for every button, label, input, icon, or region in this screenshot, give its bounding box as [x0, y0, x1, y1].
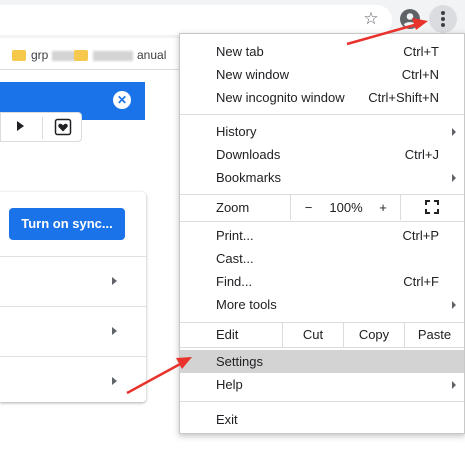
- menu-item-label: Downloads: [216, 147, 281, 162]
- shortcut: Ctrl+F: [403, 274, 439, 289]
- copy-button[interactable]: Copy: [343, 323, 404, 347]
- shortcut: Ctrl+N: [401, 67, 439, 82]
- submenu-arrow-icon: [452, 301, 456, 309]
- menu-item-downloads[interactable]: Downloads Ctrl+J: [180, 143, 464, 166]
- cut-button[interactable]: Cut: [282, 323, 343, 347]
- chevron-right-icon: [112, 377, 117, 385]
- paste-button[interactable]: Paste: [404, 323, 464, 347]
- redacted-text: [52, 50, 77, 61]
- bookmark-label-1: grp: [31, 48, 49, 62]
- zoom-out-button[interactable]: −: [290, 195, 326, 220]
- menu-item-bookmarks[interactable]: Bookmarks: [180, 166, 464, 189]
- zoom-in-button[interactable]: +: [366, 195, 400, 220]
- menu-item-label: New incognito window: [216, 90, 345, 105]
- menu-item-label: Settings: [216, 354, 263, 369]
- menu-edit-row: Edit Cut Copy Paste: [180, 323, 464, 347]
- menu-item-new-incognito[interactable]: New incognito window Ctrl+Shift+N: [180, 86, 464, 109]
- settings-card: Turn on sync...: [0, 192, 146, 402]
- address-bar[interactable]: [0, 5, 392, 35]
- kebab-menu-icon[interactable]: [429, 5, 457, 33]
- redacted-text: [93, 50, 133, 61]
- media-controls: [0, 112, 82, 142]
- card-row[interactable]: [0, 356, 146, 402]
- shortcut: Ctrl+J: [404, 147, 439, 162]
- zoom-label: Zoom: [216, 200, 250, 215]
- menu-item-print[interactable]: Print... Ctrl+P: [180, 224, 464, 247]
- menu-item-more-tools[interactable]: More tools: [180, 293, 464, 316]
- chevron-right-icon: [112, 327, 117, 335]
- menu-item-label: Cast...: [216, 251, 254, 266]
- divider: [180, 221, 464, 222]
- menu-item-history[interactable]: History: [180, 120, 464, 143]
- menu-item-new-window[interactable]: New window Ctrl+N: [180, 63, 464, 86]
- turn-on-sync-button[interactable]: Turn on sync...: [9, 208, 125, 240]
- menu-item-label: Bookmarks: [216, 170, 282, 185]
- close-icon[interactable]: ✕: [113, 91, 131, 109]
- bookmark-label-2: anual: [137, 48, 167, 62]
- chrome-main-menu: New tab Ctrl+T New window Ctrl+N New inc…: [179, 33, 465, 434]
- submenu-arrow-icon: [452, 174, 456, 182]
- shortcut: Ctrl+Shift+N: [368, 90, 439, 105]
- menu-item-find[interactable]: Find... Ctrl+F: [180, 270, 464, 293]
- zoom-level: 100%: [329, 200, 363, 215]
- fullscreen-button[interactable]: [400, 195, 464, 220]
- menu-item-label: More tools: [216, 297, 277, 312]
- menu-item-label: New window: [216, 67, 289, 82]
- submenu-arrow-icon: [452, 128, 456, 136]
- fullscreen-icon: [425, 200, 439, 214]
- menu-item-label: Print...: [216, 228, 254, 243]
- divider: [180, 401, 464, 402]
- shortcut: Ctrl+T: [403, 44, 439, 59]
- menu-item-exit[interactable]: Exit: [180, 408, 464, 431]
- star-icon[interactable]: ☆: [361, 9, 381, 29]
- divider: [42, 117, 43, 139]
- bookmark-folder-1[interactable]: grp: [12, 47, 77, 63]
- edit-label: Edit: [216, 327, 239, 342]
- menu-item-label: History: [216, 124, 257, 139]
- shortcut: Ctrl+P: [402, 228, 439, 243]
- menu-item-settings[interactable]: Settings: [180, 350, 464, 373]
- card-row[interactable]: [0, 256, 146, 306]
- menu-item-new-tab[interactable]: New tab Ctrl+T: [180, 40, 464, 63]
- menu-item-label: New tab: [216, 44, 264, 59]
- heart-icon[interactable]: [54, 118, 72, 136]
- menu-zoom-row: Zoom − 100% +: [180, 195, 464, 220]
- bookmark-folder-2[interactable]: anual: [74, 47, 166, 63]
- play-icon[interactable]: [17, 121, 24, 131]
- menu-item-label: Exit: [216, 412, 238, 427]
- chevron-right-icon: [112, 277, 117, 285]
- profile-icon[interactable]: [400, 9, 420, 29]
- card-row[interactable]: [0, 306, 146, 356]
- divider: [180, 114, 464, 115]
- folder-icon: [12, 50, 26, 62]
- menu-item-label: Help: [216, 377, 243, 392]
- menu-item-cast[interactable]: Cast...: [180, 247, 464, 270]
- menu-item-help[interactable]: Help: [180, 373, 464, 396]
- menu-item-label: Find...: [216, 274, 253, 289]
- divider: [180, 347, 464, 348]
- folder-icon: [74, 50, 88, 62]
- submenu-arrow-icon: [452, 381, 456, 389]
